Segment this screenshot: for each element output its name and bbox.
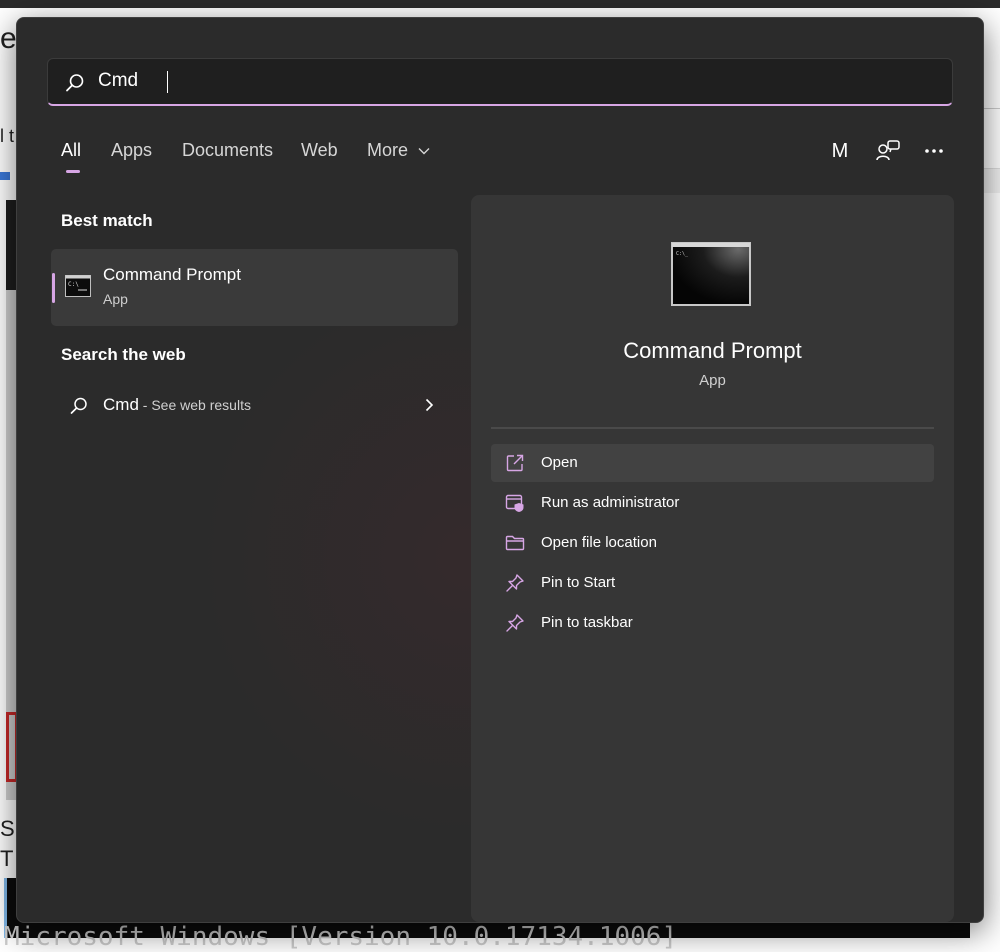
active-tab-indicator bbox=[66, 170, 80, 173]
pin-to-taskbar-action[interactable]: Pin to taskbar bbox=[491, 604, 934, 642]
action-label: Run as administrator bbox=[541, 494, 680, 511]
tab-web[interactable]: Web bbox=[301, 140, 338, 161]
svg-text:C:\: C:\ bbox=[68, 281, 79, 288]
background-line: S bbox=[0, 816, 15, 841]
background-text-fragment: l t bbox=[0, 126, 15, 146]
tab-label: More bbox=[367, 140, 409, 160]
web-query: Cmd bbox=[103, 395, 139, 414]
tab-label: Web bbox=[301, 140, 338, 160]
start-search-panel: All Apps Documents Web More M Best match bbox=[16, 17, 984, 923]
background-top-bar bbox=[0, 0, 1000, 8]
tab-more[interactable]: More bbox=[367, 140, 430, 161]
background-blue-marker bbox=[0, 172, 10, 180]
web-suffix: - See web results bbox=[138, 397, 251, 413]
background-text-lines: S T bbox=[0, 814, 15, 874]
background-toolbar bbox=[984, 168, 1000, 193]
pin-to-start-action[interactable]: Pin to Start bbox=[491, 564, 934, 602]
command-prompt-large-icon: C:\_ bbox=[671, 242, 751, 306]
tab-all[interactable]: All bbox=[61, 140, 82, 173]
divider bbox=[491, 427, 934, 429]
search-web-heading: Search the web bbox=[61, 345, 186, 364]
detail-app-name: Command Prompt bbox=[623, 338, 802, 363]
shield-window-icon bbox=[505, 494, 524, 512]
pin-icon bbox=[506, 574, 524, 592]
more-options-icon[interactable] bbox=[921, 138, 947, 164]
background-image-strip bbox=[6, 200, 16, 290]
detail-pane: C:\_ Command Prompt App Open Run as admi… bbox=[471, 195, 954, 922]
text-caret bbox=[167, 71, 168, 93]
tab-label: Apps bbox=[111, 140, 153, 160]
background-divider bbox=[984, 108, 1000, 109]
run-as-administrator-action[interactable]: Run as administrator bbox=[491, 484, 934, 522]
selection-indicator bbox=[52, 273, 55, 303]
detail-app-type: App bbox=[699, 372, 726, 389]
best-match-heading: Best match bbox=[61, 211, 153, 230]
tab-label: All bbox=[61, 140, 82, 160]
background-terminal-text: Microsoft Windows [Version 10.0.17134.10… bbox=[4, 922, 678, 952]
command-prompt-icon: C:\ bbox=[65, 275, 91, 297]
action-label: Pin to taskbar bbox=[541, 614, 633, 631]
svg-text:C:\_: C:\_ bbox=[676, 251, 689, 257]
chevron-down-icon bbox=[418, 148, 430, 155]
web-result-text: Cmd - See web results bbox=[103, 395, 251, 415]
action-label: Open bbox=[541, 454, 578, 471]
best-match-type: App bbox=[103, 291, 128, 307]
open-action[interactable]: Open bbox=[491, 444, 934, 482]
tab-apps[interactable]: Apps bbox=[111, 140, 152, 161]
open-external-icon bbox=[506, 454, 524, 472]
search-input[interactable] bbox=[98, 59, 918, 103]
tab-documents[interactable]: Documents bbox=[182, 140, 273, 161]
open-file-location-action[interactable]: Open file location bbox=[491, 524, 934, 562]
search-icon bbox=[70, 397, 87, 414]
folder-icon bbox=[505, 535, 525, 551]
chevron-right-icon[interactable] bbox=[421, 397, 437, 413]
search-icon bbox=[66, 74, 84, 92]
people-icon[interactable] bbox=[875, 138, 901, 164]
best-match-item[interactable]: C:\ Command Prompt App bbox=[51, 249, 458, 326]
background-line: T bbox=[0, 846, 14, 871]
action-label: Pin to Start bbox=[541, 574, 616, 591]
best-match-name: Command Prompt bbox=[103, 265, 241, 284]
tab-label: Documents bbox=[182, 140, 274, 160]
web-result-item[interactable]: Cmd - See web results bbox=[51, 383, 458, 427]
action-label: Open file location bbox=[541, 534, 657, 551]
pin-icon bbox=[506, 614, 524, 632]
avatar[interactable]: M bbox=[825, 136, 855, 166]
search-box[interactable] bbox=[47, 58, 953, 106]
